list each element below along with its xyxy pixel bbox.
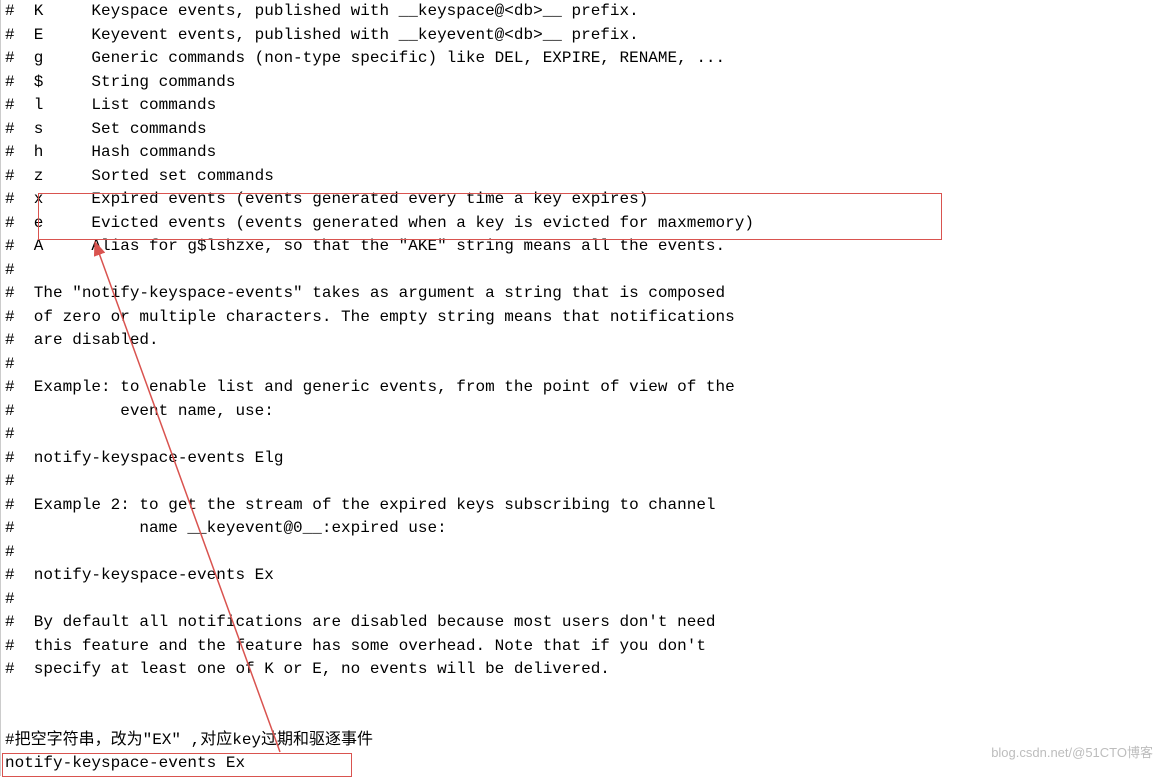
config-line: # xyxy=(5,588,1160,612)
config-line: # notify-keyspace-events Ex xyxy=(5,564,1160,588)
config-line: # xyxy=(5,470,1160,494)
config-line: # xyxy=(5,259,1160,283)
config-line: # z Sorted set commands xyxy=(5,165,1160,189)
config-line: # xyxy=(5,541,1160,565)
config-line xyxy=(5,682,1160,706)
config-line: # A Alias for g$lshzxe, so that the "AKE… xyxy=(5,235,1160,259)
config-line: # h Hash commands xyxy=(5,141,1160,165)
config-line: # e Evicted events (events generated whe… xyxy=(5,212,1160,236)
config-file-content: # K Keyspace events, published with __ke… xyxy=(0,0,1160,776)
config-line: # this feature and the feature has some … xyxy=(5,635,1160,659)
config-line: # l List commands xyxy=(5,94,1160,118)
config-line: # The "notify-keyspace-events" takes as … xyxy=(5,282,1160,306)
config-line-setting: notify-keyspace-events Ex xyxy=(5,752,1160,776)
config-line: # x Expired events (events generated eve… xyxy=(5,188,1160,212)
config-line: # By default all notifications are disab… xyxy=(5,611,1160,635)
config-line: # name __keyevent@0__:expired use: xyxy=(5,517,1160,541)
config-line: # E Keyevent events, published with __ke… xyxy=(5,24,1160,48)
config-line: # $ String commands xyxy=(5,71,1160,95)
config-line: # g Generic commands (non-type specific)… xyxy=(5,47,1160,71)
config-line-comment-cn: #把空字符串，改为"EX" ,对应key过期和驱逐事件 xyxy=(5,729,1160,753)
config-line: # event name, use: xyxy=(5,400,1160,424)
config-line: # xyxy=(5,423,1160,447)
config-line: # specify at least one of K or E, no eve… xyxy=(5,658,1160,682)
config-line: # of zero or multiple characters. The em… xyxy=(5,306,1160,330)
config-line: # s Set commands xyxy=(5,118,1160,142)
config-line: # notify-keyspace-events Elg xyxy=(5,447,1160,471)
config-line: # Example 2: to get the stream of the ex… xyxy=(5,494,1160,518)
config-line: # are disabled. xyxy=(5,329,1160,353)
config-line: # xyxy=(5,353,1160,377)
config-line xyxy=(5,705,1160,729)
config-line: # K Keyspace events, published with __ke… xyxy=(5,0,1160,24)
config-line: # Example: to enable list and generic ev… xyxy=(5,376,1160,400)
